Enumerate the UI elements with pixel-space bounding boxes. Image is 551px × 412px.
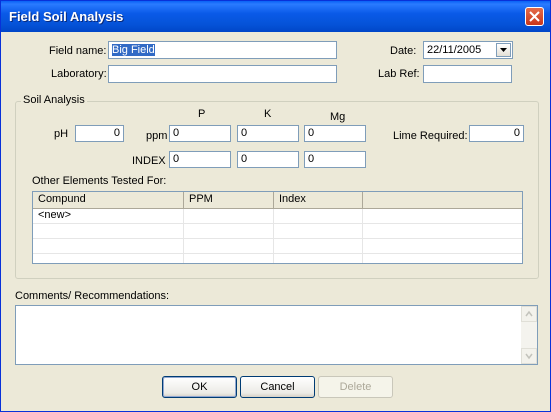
cell-index[interactable] — [274, 224, 363, 238]
laboratory-label: Laboratory: — [51, 68, 107, 80]
lime-required-input[interactable]: 0 — [469, 125, 524, 142]
window-title: Field Soil Analysis — [9, 9, 124, 24]
close-icon — [529, 11, 540, 22]
field-name-label: Field name: — [49, 45, 107, 57]
scroll-up-button[interactable] — [521, 306, 537, 322]
grid-header: Compund PPM Index — [33, 192, 522, 209]
ppm-row-label: ppm — [146, 130, 168, 142]
ph-label: pH — [54, 128, 69, 140]
cell-compound[interactable] — [33, 224, 184, 238]
title-bar[interactable]: Field Soil Analysis — [1, 1, 550, 32]
p-index-input[interactable]: 0 — [169, 151, 231, 168]
scroll-down-button[interactable] — [521, 348, 537, 364]
soil-analysis-group-label: Soil Analysis — [21, 94, 87, 106]
cell-index[interactable] — [274, 209, 363, 223]
p-column-label: P — [198, 108, 206, 120]
k-column-label: K — [264, 108, 272, 120]
cell-blank[interactable] — [363, 224, 522, 238]
cell-blank[interactable] — [363, 209, 522, 223]
index-row-label: INDEX — [132, 155, 166, 167]
table-row[interactable] — [33, 224, 522, 239]
date-dropdown-button[interactable] — [496, 43, 511, 57]
cancel-button[interactable]: Cancel — [240, 376, 315, 398]
cell-ppm[interactable] — [184, 254, 274, 263]
date-picker[interactable]: 22/11/2005 — [423, 41, 513, 59]
field-soil-analysis-dialog: Field Soil Analysis Field name: Big Fiel… — [0, 0, 551, 412]
cell-index[interactable] — [274, 239, 363, 253]
date-value: 22/11/2005 — [427, 44, 482, 56]
field-name-value: Big Field — [112, 44, 155, 56]
ok-button[interactable]: OK — [162, 376, 237, 398]
other-elements-grid[interactable]: Compund PPM Index <new> — [32, 191, 523, 264]
k-index-input[interactable]: 0 — [237, 151, 299, 168]
k-ppm-input[interactable]: 0 — [237, 125, 299, 142]
mg-index-input[interactable]: 0 — [304, 151, 366, 168]
table-row[interactable] — [33, 239, 522, 254]
laboratory-input[interactable] — [108, 65, 337, 83]
other-elements-label: Other Elements Tested For: — [32, 175, 167, 187]
comments-label: Comments/ Recommendations: — [15, 290, 170, 302]
date-label: Date: — [390, 45, 417, 57]
field-name-input[interactable]: Big Field — [108, 41, 337, 59]
cell-ppm[interactable] — [184, 209, 274, 223]
close-button[interactable] — [525, 7, 544, 26]
column-header-blank[interactable] — [363, 192, 522, 208]
chevron-down-icon — [500, 48, 507, 52]
cell-blank[interactable] — [363, 239, 522, 253]
mg-column-label: Mg — [330, 111, 346, 123]
lab-ref-label: Lab Ref: — [378, 68, 420, 80]
ph-input[interactable]: 0 — [75, 125, 124, 142]
table-row[interactable]: <new> — [33, 209, 522, 224]
cell-compound[interactable] — [33, 239, 184, 253]
cell-compound[interactable]: <new> — [33, 209, 184, 223]
lab-ref-input[interactable] — [423, 65, 512, 83]
comments-textarea[interactable] — [15, 305, 538, 365]
cell-ppm[interactable] — [184, 239, 274, 253]
lime-required-label: Lime Required: — [393, 130, 468, 142]
chevron-down-icon — [525, 353, 533, 360]
table-row[interactable] — [33, 254, 522, 263]
column-header-index[interactable]: Index — [274, 192, 363, 208]
p-ppm-input[interactable]: 0 — [169, 125, 231, 142]
cell-index[interactable] — [274, 254, 363, 263]
cell-compound[interactable] — [33, 254, 184, 263]
column-header-ppm[interactable]: PPM — [184, 192, 274, 208]
column-header-compound[interactable]: Compund — [33, 192, 184, 208]
comments-scrollbar[interactable] — [521, 306, 537, 364]
mg-ppm-input[interactable]: 0 — [304, 125, 366, 142]
delete-button[interactable]: Delete — [318, 376, 393, 398]
cell-blank[interactable] — [363, 254, 522, 263]
cell-ppm[interactable] — [184, 224, 274, 238]
chevron-up-icon — [525, 310, 533, 317]
